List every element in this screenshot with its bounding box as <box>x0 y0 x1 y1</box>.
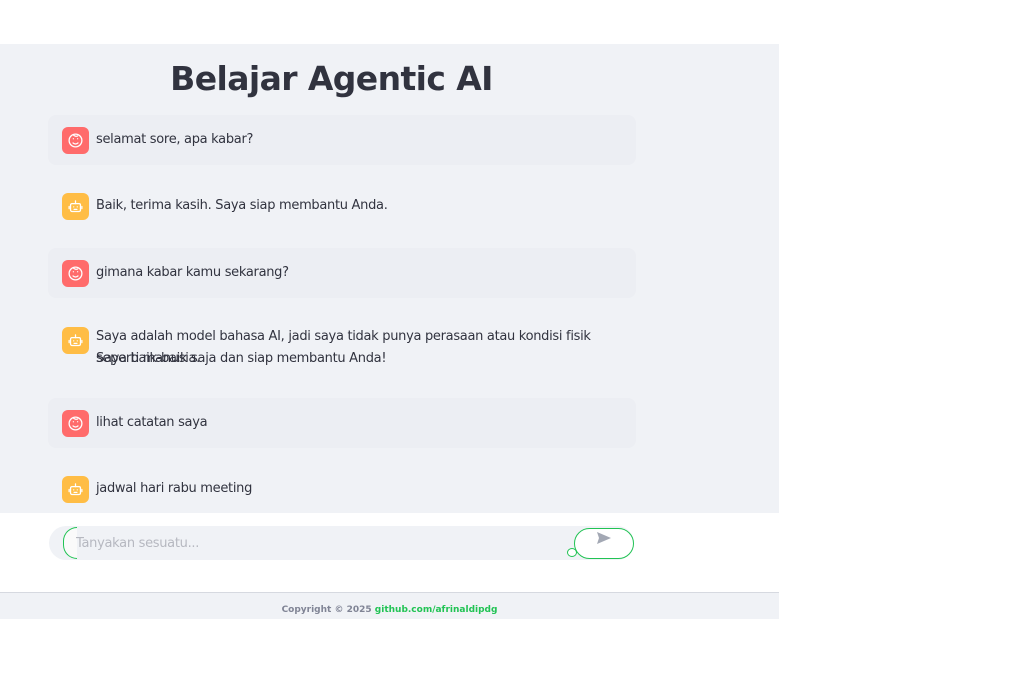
user-avatar <box>62 260 89 287</box>
footer: Copyright © 2025 github.com/afrinaldipdg <box>0 593 779 619</box>
chat-input[interactable] <box>76 528 576 558</box>
send-button[interactable] <box>574 528 634 559</box>
user-face-icon <box>68 266 83 281</box>
user-face-icon <box>68 416 83 431</box>
user-avatar <box>62 410 89 437</box>
chat-message-assistant: Baik, terima kasih. Saya siap membantu A… <box>48 181 636 231</box>
chat-message-assistant: jadwal hari rabu meeting <box>48 464 636 513</box>
main-app-area: Belajar Agentic AI selamat sore, apa kab… <box>0 44 779 513</box>
message-text: selamat sore, apa kabar? <box>96 132 254 147</box>
chat-message-assistant: Saya adalah model bahasa AI, jadi saya t… <box>48 314 636 380</box>
message-text: Baik, terima kasih. Saya siap membantu A… <box>96 198 388 213</box>
robot-icon <box>68 334 83 347</box>
input-focus-border <box>63 527 77 559</box>
message-text-line-2: Saya baik-baik saja dan siap membantu An… <box>96 351 387 366</box>
user-avatar <box>62 127 89 154</box>
chat-message-user: selamat sore, apa kabar? <box>48 115 636 165</box>
footer-github-link[interactable]: github.com/afrinaldipdg <box>375 605 498 615</box>
send-arrow-icon <box>597 531 611 544</box>
footer-copyright: Copyright © 2025 <box>281 605 372 615</box>
assistant-avatar <box>62 327 89 354</box>
message-text: lihat catatan saya <box>96 415 208 430</box>
chat-message-user: gimana kabar kamu sekarang? <box>48 248 636 298</box>
assistant-avatar <box>62 476 89 503</box>
message-text: gimana kabar kamu sekarang? <box>96 265 289 280</box>
user-face-icon <box>68 133 83 148</box>
robot-icon <box>68 200 83 213</box>
chat-input-bar <box>49 526 634 560</box>
robot-icon <box>68 483 83 496</box>
assistant-avatar <box>62 193 89 220</box>
message-text: jadwal hari rabu meeting <box>96 481 253 496</box>
chat-message-user: lihat catatan saya <box>48 398 636 448</box>
page-title: Belajar Agentic AI <box>170 59 493 98</box>
